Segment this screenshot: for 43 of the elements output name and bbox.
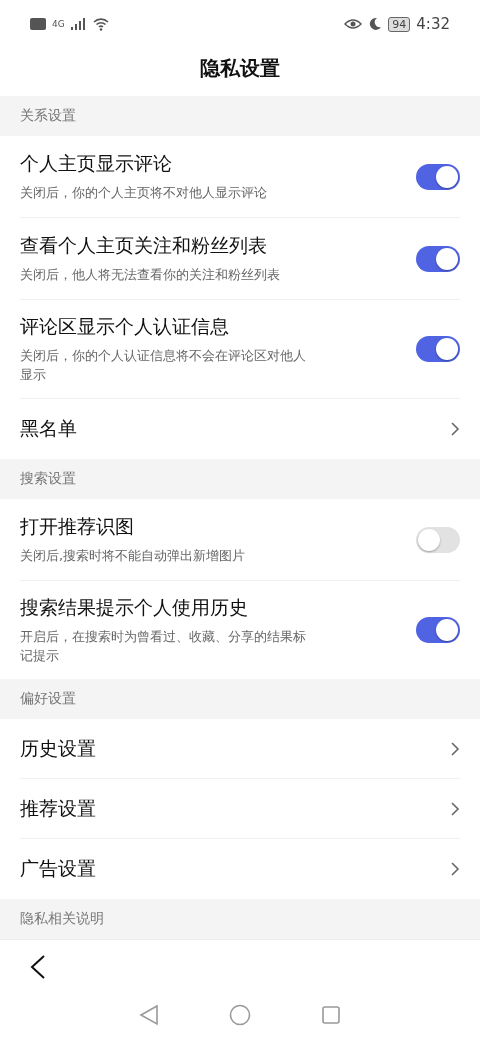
section-header: 搜索设置 [0,459,480,499]
moon-icon [368,17,383,31]
settings-link-row[interactable]: 广告设置 [20,839,460,899]
setting-label: 广告设置 [20,856,97,881]
setting-label: 查看个人主页关注和粉丝列表 [20,233,268,258]
chevron-right-icon [450,740,460,757]
setting-description: 关闭后，你的个人主页将不对他人显示评论 [20,184,268,202]
setting-label: 黑名单 [20,416,78,441]
signal-icon [70,18,87,30]
nav-recents-icon[interactable] [321,1005,341,1025]
setting-label: 推荐设置 [20,795,97,821]
wifi-icon [92,17,109,31]
setting-label: 评论区显示个人认证信息 [20,314,230,339]
toggle-switch[interactable] [416,526,460,553]
eye-icon [344,18,363,30]
settings-link-row[interactable]: 黑名单 [20,399,460,459]
network-label: 4G [52,19,65,29]
battery-level: 94 [388,16,411,32]
nav-home-icon[interactable] [229,1004,251,1026]
chevron-right-icon [450,800,460,817]
setting-description: 关闭后，你的个人认证信息将不会在评论区对他人显示 [20,347,306,384]
setting-label: 历史设置 [20,735,97,761]
chevron-right-icon [450,421,460,437]
settings-link-row[interactable]: 历史设置 [20,719,460,779]
setting-label: 搜索结果提示个人使用历史 [20,595,249,620]
setting-description: 开启后，在搜索时为曾看过、收藏、分享的结果标记提示 [20,628,306,665]
chevron-right-icon [450,861,460,877]
clock: 4:32 [416,15,450,33]
setting-description: 关闭后，他人将无法查看你的关注和粉丝列表 [20,266,281,284]
section-header: 隐私相关说明 [0,899,480,939]
section-header: 关系设置 [0,96,480,136]
toggle-switch[interactable] [416,336,460,362]
setting-label: 打开推荐识图 [20,514,135,539]
setting-description: 关闭后,搜索时将不能自动弹出新增图片 [20,547,247,565]
toggle-switch[interactable] [416,617,460,643]
setting-label: 个人主页显示评论 [20,151,173,176]
nav-back-icon[interactable] [139,1004,159,1026]
toggle-switch[interactable] [416,245,460,272]
section-header: 偏好设置 [0,679,480,719]
toggle-switch[interactable] [416,163,460,190]
back-icon[interactable] [30,954,46,980]
settings-link-row[interactable]: 推荐设置 [20,779,460,839]
page-title: 隐私设置 [199,54,281,82]
